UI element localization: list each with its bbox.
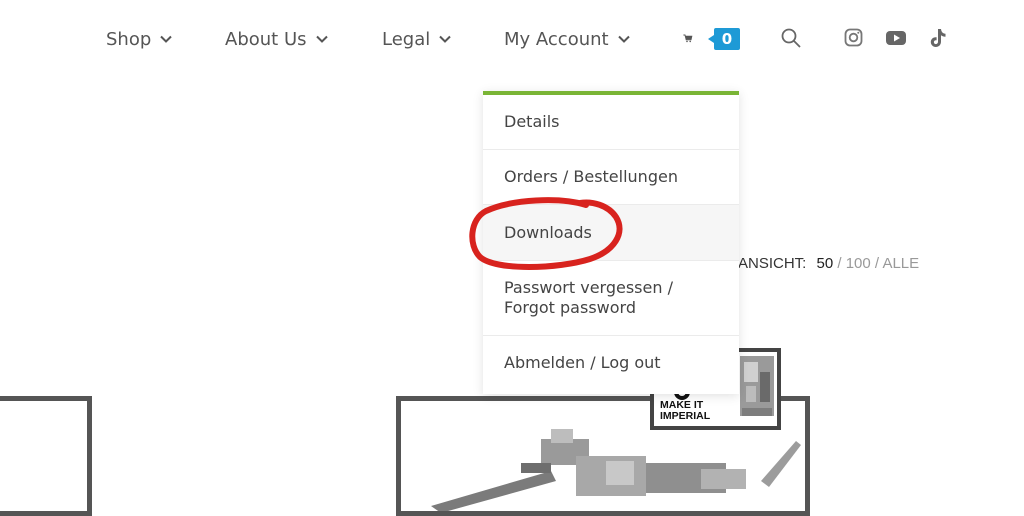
menu-item-downloads[interactable]: Downloads (483, 205, 739, 261)
menu-item-details[interactable]: Details (483, 95, 739, 150)
badge-text: MAKE IT IMPERIAL (660, 400, 710, 422)
view-separator: / (837, 255, 842, 272)
view-label: ANSICHT: (738, 255, 807, 272)
chevron-down-icon (439, 35, 451, 43)
view-separator: / (874, 255, 880, 272)
search-icon[interactable] (780, 27, 802, 49)
cart-count-badge[interactable]: 0 (708, 28, 740, 50)
menu-item-orders-label: Orders / Bestellungen (504, 167, 678, 186)
badge-text-line2: IMPERIAL (660, 410, 711, 422)
nav-legal-label: Legal (382, 28, 431, 50)
view-option-selected[interactable]: 50 (817, 255, 834, 272)
view-option-100[interactable]: 100 (846, 255, 871, 272)
nav-about-us-label: About Us (225, 28, 307, 50)
my-account-dropdown: Details Orders / Bestellungen Downloads … (483, 91, 739, 394)
chevron-down-icon (160, 35, 172, 43)
view-option-alle[interactable]: ALLE (882, 255, 919, 272)
nav-shop-label: Shop (106, 28, 152, 50)
product-card-frame[interactable] (0, 396, 92, 516)
menu-item-orders[interactable]: Orders / Bestellungen (483, 150, 739, 205)
cart-icon[interactable] (683, 28, 707, 50)
menu-item-downloads-label: Downloads (504, 222, 592, 242)
menu-item-logout[interactable]: Abmelden / Log out (483, 336, 739, 390)
nav-about-us[interactable]: About Us (225, 27, 329, 51)
nav-my-account[interactable]: My Account (504, 27, 631, 51)
tiktok-icon[interactable] (927, 27, 949, 49)
nav-shop[interactable]: Shop (106, 27, 173, 51)
menu-item-forgot-password[interactable]: Passwort vergessen / Forgot password (483, 261, 739, 336)
view-per-page-selector: ANSICHT: 50 / 100 / ALLE (738, 255, 919, 272)
menu-item-forgot-password-label: Passwort vergessen / Forgot password (504, 278, 673, 317)
nav-my-account-label: My Account (504, 28, 609, 50)
instagram-icon[interactable] (843, 27, 865, 49)
menu-item-details-label: Details (504, 112, 560, 131)
menu-item-logout-label: Abmelden / Log out (504, 353, 661, 372)
youtube-icon[interactable] (885, 27, 907, 49)
chevron-down-icon (315, 35, 328, 43)
chevron-down-icon (617, 35, 630, 43)
nav-legal[interactable]: Legal (382, 27, 452, 51)
